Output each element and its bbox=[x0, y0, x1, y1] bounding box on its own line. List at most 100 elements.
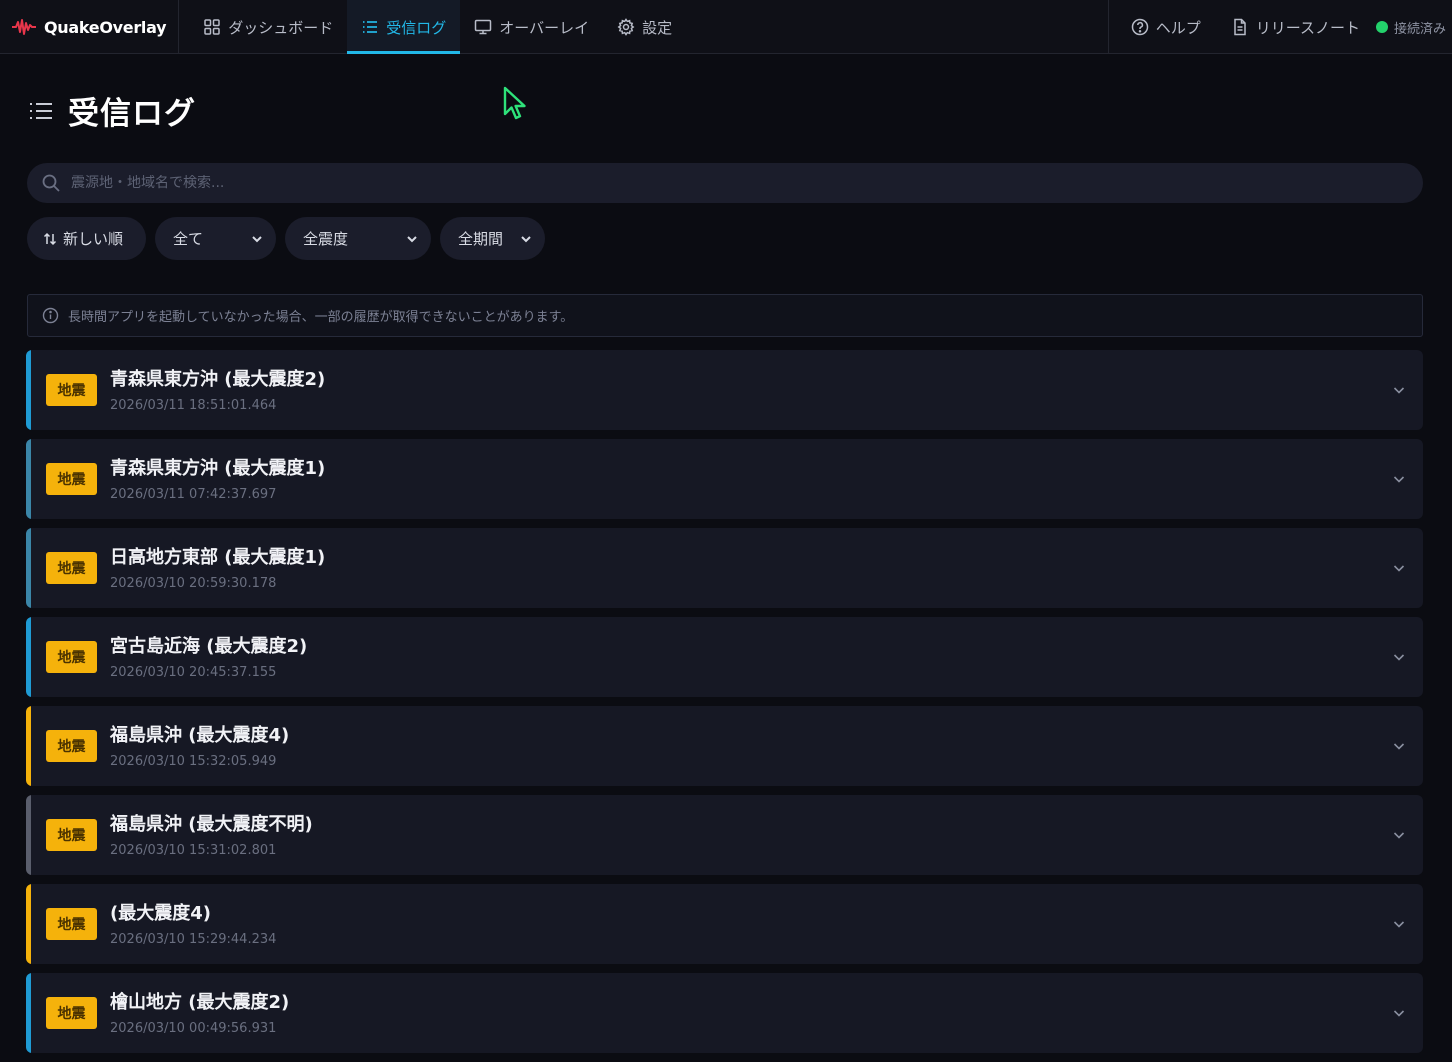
nav-dashboard-label: ダッシュボード bbox=[228, 18, 334, 37]
intensity-color-bar bbox=[26, 528, 31, 608]
chevron-down-icon[interactable] bbox=[1391, 560, 1407, 576]
log-entry[interactable]: 地震 青森県東方沖 (最大震度2) 2026/03/11 18:51:01.46… bbox=[26, 350, 1423, 430]
app-name: QuakeOverlay bbox=[44, 17, 167, 37]
gear-icon bbox=[617, 18, 635, 36]
nav-overlay-label: オーバーレイ bbox=[499, 18, 590, 37]
intensity-color-bar bbox=[26, 973, 31, 1053]
chevron-down-icon[interactable] bbox=[1391, 471, 1407, 487]
log-entry-text: 宮古島近海 (最大震度2) 2026/03/10 20:45:37.155 bbox=[110, 632, 307, 680]
intensity-color-bar bbox=[26, 795, 31, 875]
chevron-down-icon[interactable] bbox=[1391, 382, 1407, 398]
nav-right-group: ヘルプ リリースノート 接続済み bbox=[1107, 0, 1452, 54]
event-type-badge: 地震 bbox=[46, 730, 97, 762]
log-entry-text: 日高地方東部 (最大震度1) 2026/03/10 20:59:30.178 bbox=[110, 543, 325, 591]
log-entry-title: 日高地方東部 (最大震度1) bbox=[110, 547, 326, 568]
log-entry[interactable]: 地震 檜山地方 (最大震度2) 2026/03/10 00:49:56.931 bbox=[26, 973, 1423, 1053]
chevron-down-icon[interactable] bbox=[1391, 738, 1407, 754]
event-type-badge: 地震 bbox=[46, 374, 97, 406]
sort-order-button[interactable]: 新しい順 bbox=[27, 217, 146, 260]
page-header: 受信ログ bbox=[28, 88, 196, 133]
nav-settings[interactable]: 設定 bbox=[603, 0, 686, 54]
nav-settings-label: 設定 bbox=[642, 18, 673, 37]
log-entry[interactable]: 地震 (最大震度4) 2026/03/10 15:29:44.234 bbox=[26, 884, 1423, 964]
document-icon bbox=[1233, 18, 1246, 36]
log-entry-title: (最大震度4) bbox=[110, 903, 211, 924]
intensity-filter-select[interactable]: 全震度 bbox=[285, 217, 431, 260]
type-filter-value: 全て bbox=[173, 230, 204, 248]
info-icon bbox=[42, 307, 59, 324]
sort-order-label: 新しい順 bbox=[63, 230, 124, 248]
release-notes-label: リリースノート bbox=[1255, 18, 1360, 37]
history-notice: 長時間アプリを起動していなかった場合、一部の履歴が取得できないことがあります。 bbox=[27, 294, 1423, 337]
list-icon bbox=[363, 21, 378, 33]
log-entry-timestamp: 2026/03/11 07:42:37.697 bbox=[110, 487, 277, 502]
type-filter-select[interactable]: 全て bbox=[155, 217, 276, 260]
period-filter-select[interactable]: 全期間 bbox=[440, 217, 545, 260]
top-nav-bar: QuakeOverlay ダッシュボード 受信ログ オーバーレイ 設定 ヘルプ … bbox=[0, 0, 1452, 54]
help-label: ヘルプ bbox=[1155, 18, 1201, 37]
log-entry-timestamp: 2026/03/10 15:31:02.801 bbox=[110, 843, 277, 858]
mouse-cursor-icon bbox=[503, 86, 526, 120]
filter-bar: 新しい順 全て 全震度 全期間 bbox=[27, 217, 545, 260]
search-icon bbox=[42, 174, 60, 192]
help-circle-icon bbox=[1131, 18, 1148, 36]
status-dot bbox=[1375, 21, 1388, 33]
log-entry-text: 福島県沖 (最大震度4) 2026/03/10 15:32:05.949 bbox=[110, 721, 289, 769]
nav-dashboard[interactable]: ダッシュボード bbox=[189, 0, 347, 54]
search-bar bbox=[27, 163, 1423, 203]
period-filter-value: 全期間 bbox=[458, 230, 504, 248]
release-notes-link[interactable]: リリースノート bbox=[1213, 0, 1368, 54]
log-entry-text: 檜山地方 (最大震度2) 2026/03/10 00:49:56.931 bbox=[110, 988, 289, 1036]
log-entry-text: (最大震度4) 2026/03/10 15:29:44.234 bbox=[110, 899, 276, 947]
intensity-color-bar bbox=[26, 706, 31, 786]
intensity-color-bar bbox=[26, 617, 31, 697]
log-entry-title: 檜山地方 (最大震度2) bbox=[110, 992, 290, 1013]
log-entry[interactable]: 地震 福島県沖 (最大震度不明) 2026/03/10 15:31:02.801 bbox=[26, 795, 1423, 875]
receive-log-list: 地震 青森県東方沖 (最大震度2) 2026/03/11 18:51:01.46… bbox=[26, 350, 1423, 1062]
event-type-badge: 地震 bbox=[46, 641, 97, 673]
log-entry[interactable]: 地震 青森県東方沖 (最大震度1) 2026/03/11 07:42:37.69… bbox=[26, 439, 1423, 519]
monitor-icon bbox=[475, 19, 492, 35]
event-type-badge: 地震 bbox=[46, 908, 97, 940]
chevron-down-icon bbox=[252, 235, 262, 242]
nav-overlay[interactable]: オーバーレイ bbox=[460, 0, 603, 54]
log-entry[interactable]: 地震 福島県沖 (最大震度4) 2026/03/10 15:32:05.949 bbox=[26, 706, 1423, 786]
chevron-down-icon bbox=[407, 235, 417, 242]
help-link[interactable]: ヘルプ bbox=[1119, 0, 1213, 54]
chevron-down-icon[interactable] bbox=[1391, 916, 1407, 932]
chevron-down-icon bbox=[521, 235, 531, 242]
notice-text: 長時間アプリを起動していなかった場合、一部の履歴が取得できないことがあります。 bbox=[68, 310, 574, 325]
event-type-badge: 地震 bbox=[46, 463, 97, 495]
chevron-down-icon[interactable] bbox=[1391, 649, 1407, 665]
log-entry-title: 福島県沖 (最大震度4) bbox=[110, 725, 290, 746]
log-entry-timestamp: 2026/03/10 15:29:44.234 bbox=[110, 932, 277, 947]
log-entry-text: 青森県東方沖 (最大震度1) 2026/03/11 07:42:37.697 bbox=[110, 454, 325, 502]
log-entry[interactable]: 地震 宮古島近海 (最大震度2) 2026/03/10 20:45:37.155 bbox=[26, 617, 1423, 697]
dashboard-icon bbox=[204, 19, 220, 35]
log-entry-title: 青森県東方沖 (最大震度2) bbox=[110, 369, 326, 390]
event-type-badge: 地震 bbox=[46, 819, 97, 851]
nav-receive-log[interactable]: 受信ログ bbox=[347, 0, 461, 54]
log-entry-title: 福島県沖 (最大震度不明) bbox=[110, 814, 313, 835]
log-entry-title: 青森県東方沖 (最大震度1) bbox=[110, 458, 326, 479]
list-icon bbox=[30, 102, 52, 119]
intensity-filter-value: 全震度 bbox=[303, 230, 349, 248]
log-entry-text: 福島県沖 (最大震度不明) 2026/03/10 15:31:02.801 bbox=[110, 810, 313, 858]
log-entry[interactable]: 地震 日高地方東部 (最大震度1) 2026/03/10 20:59:30.17… bbox=[26, 528, 1423, 608]
waveform-logo-icon bbox=[12, 19, 36, 35]
log-entry-timestamp: 2026/03/10 20:45:37.155 bbox=[110, 665, 277, 680]
brand[interactable]: QuakeOverlay bbox=[0, 0, 180, 54]
nav-receive-log-label: 受信ログ bbox=[386, 18, 447, 37]
connection-status: 接続済み bbox=[1368, 18, 1452, 37]
search-input[interactable] bbox=[71, 175, 1423, 191]
log-entry-text: 青森県東方沖 (最大震度2) 2026/03/11 18:51:01.464 bbox=[110, 365, 325, 413]
intensity-color-bar bbox=[26, 884, 31, 964]
chevron-down-icon[interactable] bbox=[1391, 1005, 1407, 1021]
log-entry-timestamp: 2026/03/11 18:51:01.464 bbox=[110, 398, 277, 413]
chevron-down-icon[interactable] bbox=[1391, 827, 1407, 843]
intensity-color-bar bbox=[26, 439, 31, 519]
log-entry-timestamp: 2026/03/10 20:59:30.178 bbox=[110, 576, 277, 591]
event-type-badge: 地震 bbox=[46, 997, 97, 1029]
event-type-badge: 地震 bbox=[46, 552, 97, 584]
log-entry-timestamp: 2026/03/10 00:49:56.931 bbox=[110, 1021, 277, 1036]
